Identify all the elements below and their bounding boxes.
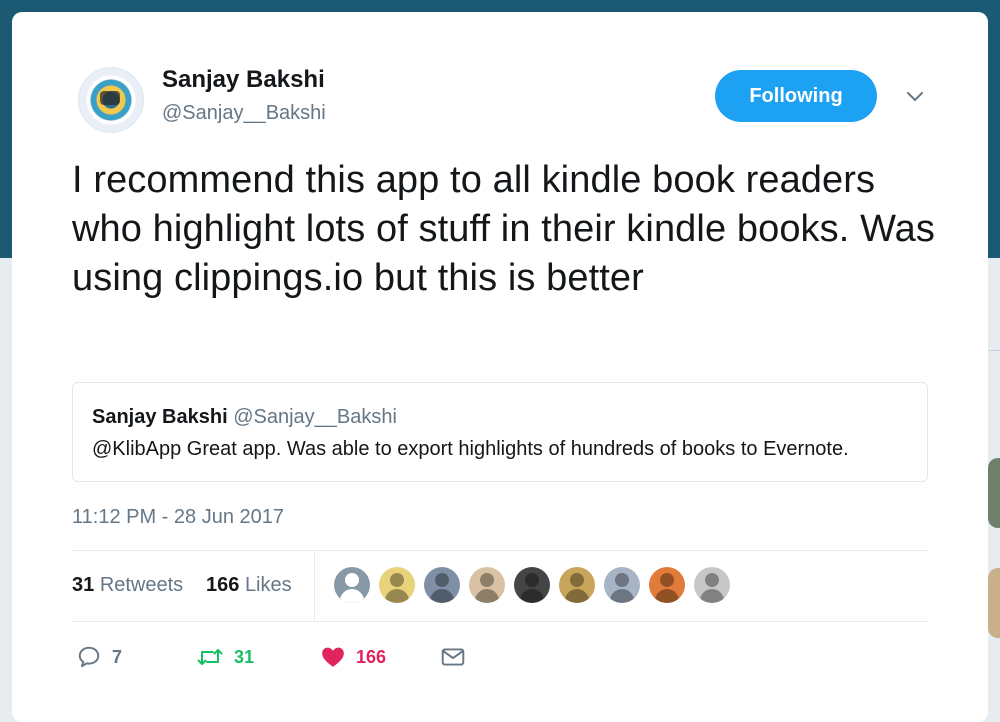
liker-avatar[interactable] <box>334 567 370 603</box>
retweets-stat[interactable]: 31 Retweets <box>72 574 183 597</box>
tweet-stats: 31 Retweets 166 Likes <box>72 551 928 621</box>
quoted-tweet-header: Sanjay Bakshi @Sanjay__Bakshi <box>92 406 397 429</box>
reply-count: 7 <box>112 646 123 667</box>
retweet-button[interactable]: 31 <box>196 640 254 674</box>
likes-stat[interactable]: 166 Likes <box>206 574 292 597</box>
background-sidebar-image <box>988 568 1000 638</box>
stats-divider <box>314 551 315 621</box>
like-count: 166 <box>356 646 387 667</box>
chevron-down-icon[interactable] <box>903 84 927 108</box>
heart-icon <box>322 647 344 667</box>
stats-bottom-divider <box>72 621 928 622</box>
liker-avatar[interactable] <box>559 567 595 603</box>
liker-avatar[interactable] <box>424 567 460 603</box>
background-divider <box>988 350 1000 351</box>
liker-avatar[interactable] <box>604 567 640 603</box>
retweet-icon <box>197 649 223 665</box>
retweets-count: 31 <box>72 574 95 596</box>
direct-message-button[interactable] <box>440 640 466 674</box>
likes-count: 166 <box>206 574 240 596</box>
author-handle[interactable]: @Sanjay__Bakshi <box>162 102 326 125</box>
liker-avatar[interactable] <box>514 567 550 603</box>
liker-avatar[interactable] <box>694 567 730 603</box>
tweet-actions: 7 31 166 <box>72 640 928 674</box>
quoted-tweet-text: @KlibApp Great app. Was able to export h… <box>92 438 849 460</box>
reply-button[interactable]: 7 <box>76 640 122 674</box>
quoted-author-handle: @Sanjay__Bakshi <box>233 406 397 428</box>
author-avatar[interactable] <box>78 67 144 133</box>
reply-icon <box>78 646 100 668</box>
following-button[interactable]: Following <box>715 70 877 122</box>
envelope-icon <box>441 648 465 666</box>
tweet-timestamp[interactable]: 11:12 PM - 28 Jun 2017 <box>72 506 284 529</box>
retweets-label: Retweets <box>99 574 184 596</box>
retweet-count: 31 <box>234 646 255 667</box>
tweet-text: I recommend this app to all kindle book … <box>72 159 935 299</box>
liker-avatar[interactable] <box>469 567 505 603</box>
liker-avatars <box>334 567 730 603</box>
liker-avatar[interactable] <box>649 567 685 603</box>
quoted-author-name: Sanjay Bakshi <box>92 406 228 428</box>
like-button[interactable]: 166 <box>320 640 386 674</box>
author-name[interactable]: Sanjay Bakshi <box>162 66 325 94</box>
tweet-modal: Sanjay Bakshi @Sanjay__Bakshi Following … <box>12 12 988 722</box>
quoted-tweet[interactable]: Sanjay Bakshi @Sanjay__Bakshi @KlibApp G… <box>72 382 928 482</box>
liker-avatar[interactable] <box>379 567 415 603</box>
likes-label: Likes <box>244 574 292 596</box>
background-sidebar-image <box>988 458 1000 528</box>
